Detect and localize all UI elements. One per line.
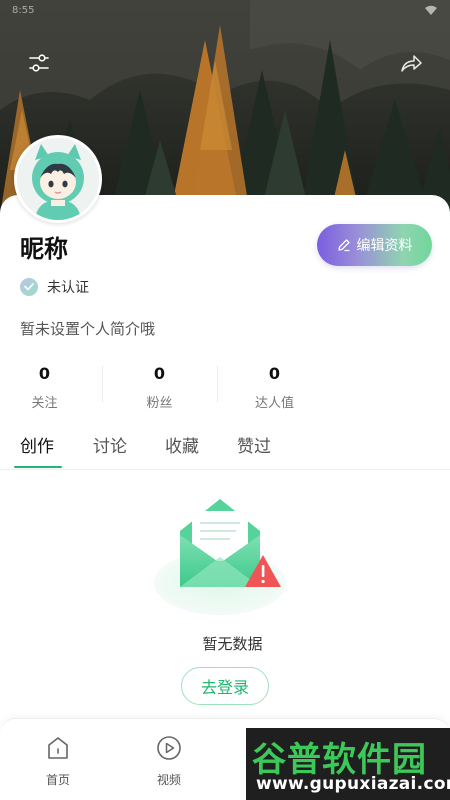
check-badge-icon	[20, 278, 38, 296]
tab-favorites[interactable]: 收藏	[165, 432, 199, 457]
nickname: 昵称	[20, 235, 68, 263]
profile-bio: 暂未设置个人简介哦	[20, 320, 156, 338]
stat-label: 关注	[31, 396, 58, 411]
tab-creations[interactable]: 创作	[20, 432, 54, 457]
stat-label: 达人值	[254, 396, 294, 411]
status-bar: 8:55	[12, 2, 438, 18]
watermark-url: www.gupuxiazai.com	[256, 774, 450, 794]
stat-followers[interactable]: 0 粉丝	[102, 362, 217, 411]
status-time: 8:55	[12, 4, 35, 16]
sliders-icon	[29, 54, 49, 72]
stats-row: 0 关注 0 粉丝 0 达人值	[0, 362, 340, 412]
wifi-icon	[424, 1, 438, 20]
share-button[interactable]	[396, 48, 426, 78]
nav-item-video[interactable]: 视频	[139, 733, 199, 788]
tab-discussions[interactable]: 讨论	[93, 432, 127, 457]
stat-value: 0	[268, 364, 281, 383]
tab-liked[interactable]: 赞过	[237, 432, 271, 457]
nav-label: 视频	[156, 773, 181, 787]
nav-item-home[interactable]: 首页	[28, 733, 88, 788]
login-button[interactable]: 去登录	[181, 667, 269, 705]
home-icon	[48, 737, 68, 759]
play-icon	[157, 736, 181, 760]
stat-value: 0	[153, 364, 166, 383]
verification-label: 未认证	[47, 280, 89, 296]
nav-label: 首页	[45, 773, 70, 787]
content-tabs: 创作 讨论 收藏 赞过	[0, 428, 450, 470]
stat-label: 粉丝	[146, 396, 173, 411]
share-arrow-icon	[401, 55, 422, 72]
stat-value: 0	[38, 364, 51, 383]
site-watermark: 谷普软件园 www.gupuxiazai.com	[246, 728, 450, 800]
edit-profile-label: 编辑资料	[356, 238, 413, 254]
empty-state-illustration	[150, 495, 300, 620]
stat-expert-score[interactable]: 0 达人值	[217, 362, 332, 411]
default-avatar-image	[17, 138, 99, 220]
verification-status[interactable]: 未认证	[20, 277, 89, 297]
avatar[interactable]	[14, 135, 102, 223]
settings-button[interactable]	[24, 48, 54, 78]
active-tab-indicator	[14, 466, 62, 468]
stat-following[interactable]: 0 关注	[0, 362, 102, 411]
empty-state-message: 暂无数据	[202, 635, 263, 653]
edit-profile-button[interactable]: 编辑资料	[317, 224, 432, 266]
pencil-icon	[337, 239, 350, 252]
